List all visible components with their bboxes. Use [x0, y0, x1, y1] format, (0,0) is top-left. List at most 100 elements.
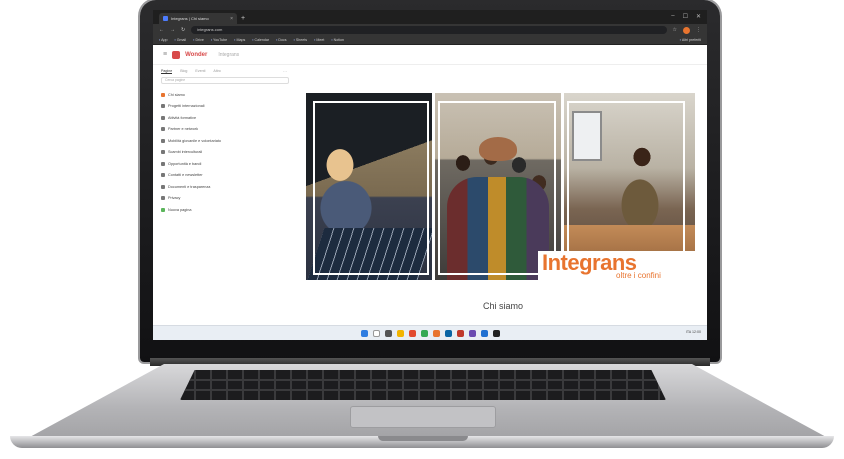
minimize-button[interactable]: –: [671, 13, 674, 20]
sidebar-item-documenti[interactable]: Documenti e trasparenza: [161, 181, 301, 193]
bookmarks-bar: App Gmail Drive YouTube Maps Calendar Do…: [153, 36, 707, 45]
hero-collage: Integrans oltre i confini: [306, 93, 695, 280]
maximize-button[interactable]: ☐: [683, 13, 688, 20]
page-icon: [161, 127, 165, 132]
bookmark-item[interactable]: Calendar: [252, 38, 270, 42]
sidebar-item-label: Attività formative: [168, 115, 197, 120]
reload-icon[interactable]: ↻: [181, 27, 185, 33]
home-icon: [161, 92, 165, 97]
teams-icon[interactable]: [468, 329, 476, 337]
sidebar-item-label: Opportunità e bandi: [168, 161, 202, 166]
forward-icon[interactable]: →: [170, 27, 175, 33]
browser-toolbar: ← → ↻ integrans.com ☆ ⋮: [153, 24, 707, 36]
bookmark-item[interactable]: YouTube: [211, 38, 227, 42]
integrans-logo: Integrans: [542, 250, 637, 275]
sidebar-search-input[interactable]: Cerca pagine: [161, 77, 289, 84]
sidebar-item-label: Partner e network: [168, 127, 198, 132]
address-bar[interactable]: integrans.com: [191, 26, 667, 34]
start-icon[interactable]: [360, 329, 368, 337]
favicon-icon: [163, 16, 168, 21]
tab-more[interactable]: Altro: [213, 69, 220, 74]
browser-tab-title: Integrans | Chi siamo: [171, 16, 209, 21]
hero-caption: Chi siamo: [482, 301, 523, 311]
sidebar-item-label: Privacy: [168, 196, 181, 201]
new-tab-button[interactable]: +: [241, 13, 245, 24]
store-icon[interactable]: [480, 329, 488, 337]
page-icon: [161, 138, 165, 143]
browser-tab-bar: Integrans | Chi siamo × + – ☐ ✕: [153, 10, 707, 24]
sidebar-item-mobilita[interactable]: Mobilità giovanile e volontariato: [161, 135, 301, 147]
sidebar-more-icon[interactable]: ⋯: [283, 69, 287, 74]
integrans-tagline: oltre i confini: [616, 271, 661, 280]
sidebar-item-label: Chi siamo: [168, 92, 185, 97]
sidebar-item-opportunita[interactable]: Opportunità e bandi: [161, 158, 301, 170]
search-icon[interactable]: [372, 329, 380, 337]
sidebar-item-progetti[interactable]: Progetti internazionali: [161, 101, 301, 113]
bookmark-item[interactable]: Maps: [234, 38, 245, 42]
sidebar-item-attivita[interactable]: Attività formative: [161, 112, 301, 124]
photo-frame: [567, 101, 685, 261]
page-icon: [161, 161, 165, 166]
sidebar-item-partner[interactable]: Partner e network: [161, 124, 301, 136]
bookmark-item[interactable]: Gmail: [174, 38, 186, 42]
sidebar-item-scambi[interactable]: Scambi interculturali: [161, 147, 301, 159]
sidebar-tabs: Pagine Blog Eventi Altro: [161, 69, 301, 74]
close-window-button[interactable]: ✕: [696, 13, 701, 20]
close-tab-icon[interactable]: ×: [230, 16, 233, 22]
bookmark-item[interactable]: Drive: [193, 38, 203, 42]
photo-frame: [313, 101, 429, 275]
star-icon[interactable]: ☆: [673, 27, 677, 33]
photo-frame: [438, 101, 556, 275]
back-icon[interactable]: ←: [159, 27, 164, 33]
sidebar-item-label: Mobilità giovanile e volontariato: [168, 138, 221, 143]
app-header: ≡ Wonder Integrans: [153, 45, 707, 65]
sidebar-item-new-page[interactable]: Nuova pagina: [161, 204, 301, 216]
tab-pages[interactable]: Pagine: [161, 69, 173, 74]
sidebar-item-label: Nuova pagina: [168, 207, 192, 212]
profile-avatar[interactable]: [683, 26, 690, 34]
file-explorer-icon[interactable]: [396, 329, 404, 337]
window-controls: – ☐ ✕: [671, 13, 701, 20]
bookmark-item[interactable]: Altri preferiti: [680, 38, 701, 42]
sidebar-item-label: Documenti e trasparenza: [168, 184, 211, 189]
edge-icon[interactable]: [444, 329, 452, 337]
bookmark-item[interactable]: Sheets: [294, 38, 307, 42]
plus-icon: [161, 207, 165, 212]
page-icon: [161, 196, 165, 201]
menu-kebab-icon[interactable]: ⋮: [696, 27, 701, 33]
page-icon: [161, 150, 165, 155]
sidebar-item-contatti[interactable]: Contatti e newsletter: [161, 170, 301, 182]
terminal-icon[interactable]: [492, 329, 500, 337]
tab-blog[interactable]: Blog: [180, 69, 187, 74]
chrome-icon[interactable]: [420, 329, 428, 337]
sidebar-item-privacy[interactable]: Privacy: [161, 193, 301, 205]
browser-tab[interactable]: Integrans | Chi siamo ×: [159, 13, 237, 24]
media-icon[interactable]: [456, 329, 464, 337]
sidebar-item-label: Progetti internazionali: [168, 104, 205, 109]
page-icon: [161, 173, 165, 178]
system-tray[interactable]: ITA 12:00: [686, 330, 701, 334]
laptop-keyboard: [180, 370, 666, 400]
hamburger-menu-icon[interactable]: ≡: [163, 51, 167, 58]
sidebar-item-label: Scambi interculturali: [168, 150, 203, 155]
page-icon: [161, 104, 165, 109]
tab-events[interactable]: Eventi: [195, 69, 205, 74]
page-icon: [161, 115, 165, 120]
sidebar-item-label: Contatti e newsletter: [168, 173, 203, 178]
task-view-icon[interactable]: [384, 329, 392, 337]
app-page: ≡ Wonder Integrans Pagine Blog Eventi Al…: [153, 45, 707, 325]
office-icon[interactable]: [408, 329, 416, 337]
laptop-screen: Integrans | Chi siamo × + – ☐ ✕ ← → ↻ in…: [153, 10, 707, 340]
bookmark-item[interactable]: App: [159, 38, 167, 42]
page-icon: [161, 184, 165, 189]
bookmark-item[interactable]: Docs: [276, 38, 286, 42]
app-icon[interactable]: [432, 329, 440, 337]
laptop-notch: [378, 436, 468, 441]
sidebar-item-chi-siamo[interactable]: Chi siamo: [161, 89, 301, 101]
brand-name[interactable]: Wonder: [185, 52, 207, 58]
bookmark-item[interactable]: Notion: [331, 38, 344, 42]
breadcrumb[interactable]: Integrans: [218, 52, 239, 58]
brand-logo-icon: [172, 50, 181, 59]
bookmark-item[interactable]: Meet: [314, 38, 324, 42]
laptop-trackpad: [350, 406, 496, 428]
